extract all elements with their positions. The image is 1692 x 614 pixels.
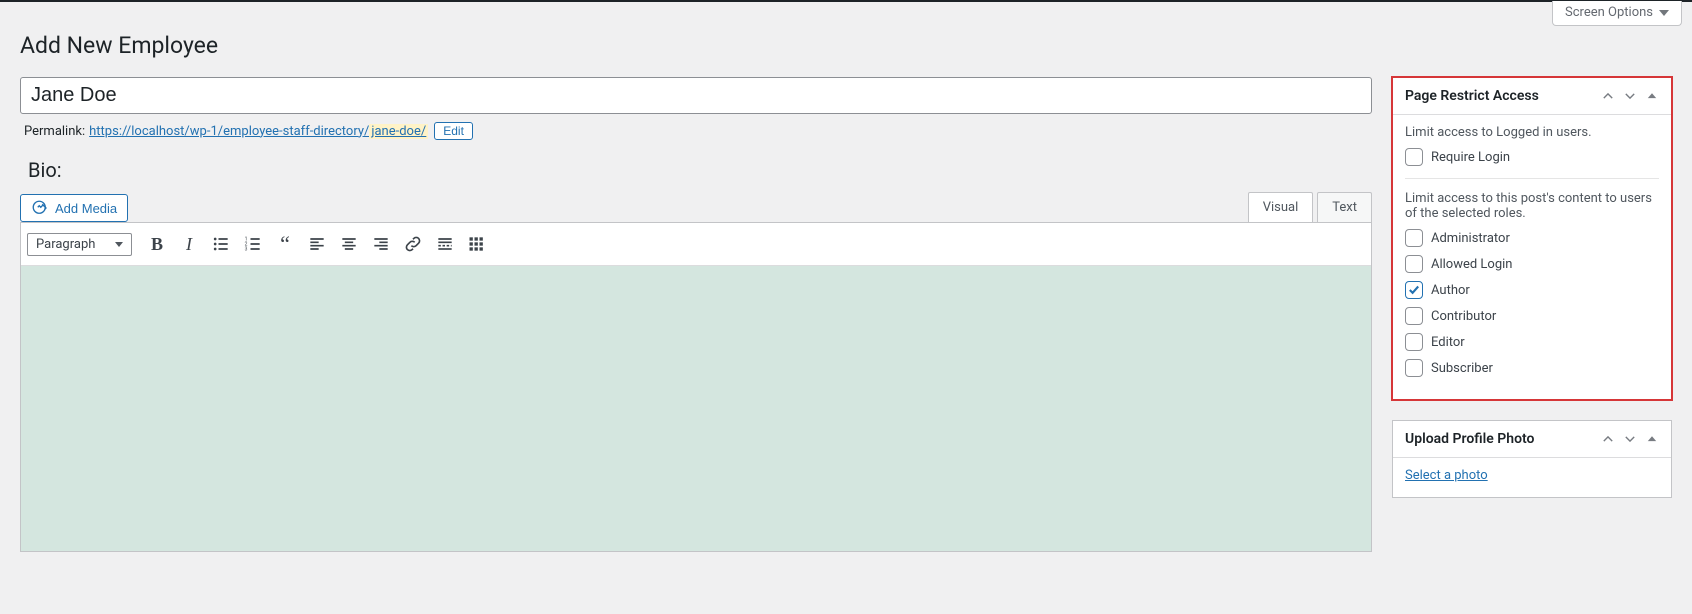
toggle-panel-button[interactable]: [1645, 89, 1659, 103]
role-row: Subscriber: [1405, 359, 1659, 377]
photo-title: Upload Profile Photo: [1405, 431, 1534, 447]
page-restrict-access-box: Page Restrict Access Limit access to Log…: [1392, 77, 1672, 400]
role-label: Subscriber: [1431, 361, 1493, 376]
toggle-panel-button[interactable]: [1645, 432, 1659, 446]
screen-options-label: Screen Options: [1565, 5, 1653, 20]
permalink-base: https://localhost/wp-1/employee-staff-di…: [89, 124, 369, 139]
edit-slug-button[interactable]: Edit: [434, 122, 473, 140]
select-photo-link[interactable]: Select a photo: [1405, 468, 1488, 483]
align-right-icon: [371, 234, 391, 254]
page-title: Add New Employee: [20, 32, 1672, 59]
bullet-list-button[interactable]: [206, 229, 236, 259]
role-checkbox[interactable]: [1405, 307, 1423, 325]
link-icon: [403, 234, 423, 254]
bold-button[interactable]: B: [142, 229, 172, 259]
role-row: Author: [1405, 281, 1659, 299]
read-more-icon: [435, 234, 455, 254]
align-left-icon: [307, 234, 327, 254]
role-label: Editor: [1431, 335, 1465, 350]
restrict-desc-2: Limit access to this post's content to u…: [1405, 191, 1659, 221]
role-label: Contributor: [1431, 309, 1496, 324]
toolbar-toggle-button[interactable]: [462, 229, 492, 259]
blockquote-button[interactable]: “: [270, 229, 300, 259]
numbered-list-icon: 123: [243, 234, 263, 254]
upload-profile-photo-box: Upload Profile Photo Select a photo: [1392, 420, 1672, 498]
svg-text:3: 3: [245, 247, 248, 253]
editor: Paragraph B I 123 “: [20, 222, 1372, 552]
role-checkbox[interactable]: [1405, 333, 1423, 351]
align-center-icon: [339, 234, 359, 254]
restrict-title: Page Restrict Access: [1405, 88, 1539, 104]
tab-text[interactable]: Text: [1317, 192, 1372, 222]
require-login-label: Require Login: [1431, 150, 1510, 165]
role-label: Administrator: [1431, 231, 1510, 246]
align-right-button[interactable]: [366, 229, 396, 259]
require-login-checkbox[interactable]: [1405, 148, 1423, 166]
role-row: Editor: [1405, 333, 1659, 351]
move-down-button[interactable]: [1623, 432, 1637, 446]
move-up-button[interactable]: [1601, 89, 1615, 103]
align-center-button[interactable]: [334, 229, 364, 259]
bullet-list-icon: [211, 234, 231, 254]
media-icon: [31, 199, 49, 217]
editor-content[interactable]: [21, 266, 1371, 551]
format-selected: Paragraph: [36, 237, 95, 252]
italic-button[interactable]: I: [174, 229, 204, 259]
role-row: Allowed Login: [1405, 255, 1659, 273]
bio-heading: Bio:: [28, 158, 1372, 182]
add-media-label: Add Media: [55, 201, 117, 216]
triangle-up-icon: [1645, 89, 1659, 103]
role-label: Allowed Login: [1431, 257, 1513, 272]
align-left-button[interactable]: [302, 229, 332, 259]
role-label: Author: [1431, 283, 1470, 298]
chevron-down-icon: [115, 242, 123, 247]
restrict-desc-1: Limit access to Logged in users.: [1405, 125, 1659, 140]
role-checkbox[interactable]: [1405, 255, 1423, 273]
screen-options-button[interactable]: Screen Options: [1552, 1, 1682, 26]
chevron-down-icon: [1659, 10, 1669, 16]
link-button[interactable]: [398, 229, 428, 259]
chevron-down-icon: [1623, 89, 1637, 103]
permalink-label: Permalink:: [24, 124, 85, 139]
role-checkbox[interactable]: [1405, 281, 1423, 299]
permalink-link[interactable]: https://localhost/wp-1/employee-staff-di…: [89, 124, 428, 139]
divider: [1405, 178, 1659, 179]
role-checkbox[interactable]: [1405, 359, 1423, 377]
numbered-list-button[interactable]: 123: [238, 229, 268, 259]
triangle-up-icon: [1645, 432, 1659, 446]
move-down-button[interactable]: [1623, 89, 1637, 103]
chevron-up-icon: [1601, 432, 1615, 446]
post-title-input[interactable]: [20, 77, 1372, 114]
role-row: Contributor: [1405, 307, 1659, 325]
editor-toolbar: Paragraph B I 123 “: [21, 223, 1371, 266]
role-checkbox[interactable]: [1405, 229, 1423, 247]
move-up-button[interactable]: [1601, 432, 1615, 446]
toolbar-toggle-icon: [467, 234, 487, 254]
read-more-button[interactable]: [430, 229, 460, 259]
chevron-up-icon: [1601, 89, 1615, 103]
chevron-down-icon: [1623, 432, 1637, 446]
add-media-button[interactable]: Add Media: [20, 194, 128, 222]
permalink-slug: jane-doe/: [369, 124, 428, 139]
format-select[interactable]: Paragraph: [27, 233, 132, 256]
tab-visual[interactable]: Visual: [1248, 192, 1314, 222]
role-row: Administrator: [1405, 229, 1659, 247]
